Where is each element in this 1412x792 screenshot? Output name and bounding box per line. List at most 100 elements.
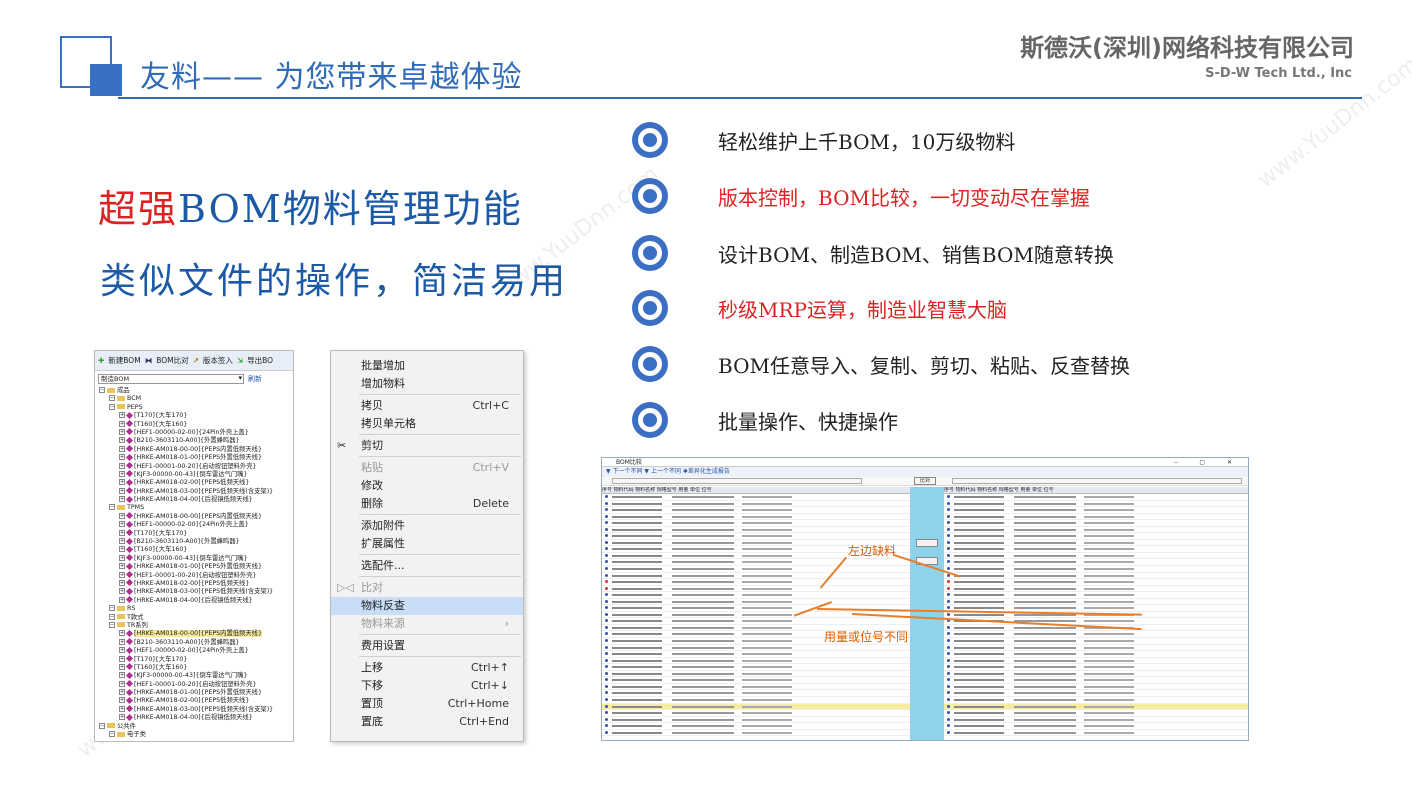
expand-toggle-icon[interactable]: − [99, 722, 105, 729]
expand-toggle-icon[interactable]: − [109, 395, 115, 402]
window-controls[interactable]: – ▢ ✕ [1174, 458, 1242, 467]
left-bom-select[interactable] [612, 478, 862, 484]
menu-item[interactable]: ▷◁ 比对 [331, 579, 523, 597]
version-checkin-button[interactable]: 版本签入 [203, 355, 233, 366]
menu-item[interactable]: 选配件... [331, 557, 523, 575]
expand-toggle-icon[interactable]: + [119, 479, 125, 486]
expand-toggle-icon[interactable]: − [109, 731, 115, 738]
compare-toolbar[interactable]: ▼ 下一个不同 ▼ 上一个不同 ✱差异化生成报告 [602, 467, 1248, 477]
tree-node[interactable]: + [B210-3603110-A00]{外置蜂鸣器} [99, 537, 293, 546]
tree-node[interactable]: + [HEF1-00001-00-20]{启动按钮塑料外壳} [99, 680, 293, 689]
expand-toggle-icon[interactable]: + [119, 412, 125, 419]
expand-toggle-icon[interactable]: + [119, 496, 125, 503]
expand-toggle-icon[interactable]: + [119, 487, 125, 494]
tree-node[interactable]: − RS [99, 605, 293, 613]
menu-item[interactable]: ✂ 剪切 [331, 437, 523, 455]
tree-node[interactable]: + [HEF1-00000-02-00]{24Pin外壳上盖} [99, 646, 293, 655]
expand-toggle-icon[interactable]: + [119, 588, 125, 595]
tree-node[interactable]: − 成品 [99, 387, 293, 395]
expand-toggle-icon[interactable]: − [109, 403, 115, 410]
expand-toggle-icon[interactable]: + [119, 571, 125, 578]
expand-toggle-icon[interactable]: + [119, 529, 125, 536]
expand-toggle-icon[interactable]: + [119, 554, 125, 561]
compare-button[interactable]: 比对 [914, 477, 936, 485]
cell-placeholder [947, 639, 950, 643]
table-row[interactable] [602, 730, 910, 737]
expand-toggle-icon[interactable]: + [119, 454, 125, 461]
menu-item[interactable]: 粘贴 Ctrl+V [331, 459, 523, 477]
expand-toggle-icon[interactable]: + [119, 697, 125, 704]
menu-item[interactable]: 费用设置 [331, 637, 523, 655]
expand-toggle-icon[interactable]: + [119, 596, 125, 603]
expand-toggle-icon[interactable]: + [119, 470, 125, 477]
expand-toggle-icon[interactable]: − [109, 605, 115, 612]
tree-node[interactable]: + [B210-3603110-A00]{外置蜂鸣器} [99, 638, 293, 647]
expand-toggle-icon[interactable]: + [119, 579, 125, 586]
tree-node[interactable]: − PEPS [99, 403, 293, 412]
expand-toggle-icon[interactable]: + [119, 663, 125, 670]
tree-node[interactable]: + [HRKE-AM018-01-00]{PEPS外置低频天线} [99, 562, 293, 571]
tree-node[interactable]: + [HRKE-AM018-03-00]{PEPS低频天线(含支架)} [99, 705, 293, 714]
menu-item[interactable]: 置底 Ctrl+End [331, 713, 523, 731]
menu-item[interactable]: 物料反查 [331, 597, 523, 615]
menu-item[interactable]: 添加附件 [331, 517, 523, 535]
expand-toggle-icon[interactable]: + [119, 512, 125, 519]
menu-item[interactable]: 拷贝单元格 [331, 415, 523, 433]
menu-item[interactable]: 拷贝 Ctrl+C [331, 397, 523, 415]
tree-node[interactable]: − BCM [99, 395, 293, 403]
tree-node[interactable]: + [HRKE-AM018-04-00]{后视镜低频天线} [99, 495, 293, 504]
menu-item[interactable]: 置顶 Ctrl+Home [331, 695, 523, 713]
menu-item[interactable]: 删除 Delete [331, 495, 523, 513]
bom-compare-button[interactable]: BOM比对 [156, 355, 188, 366]
cell-placeholder [947, 508, 950, 512]
tree-node[interactable]: + [HRKE-AM018-04-00]{后视镜低频天线} [99, 596, 293, 605]
new-bom-button[interactable]: 新建BOM [108, 355, 140, 366]
tree-node[interactable]: + [T170]{大车170} [99, 529, 293, 538]
tree-node[interactable]: + [HRKE-AM018-00-00]{PEPS内置低频天线} [99, 445, 293, 454]
expand-toggle-icon[interactable]: + [119, 521, 125, 528]
expand-toggle-icon[interactable]: + [119, 655, 125, 662]
expand-toggle-icon[interactable]: + [119, 428, 125, 435]
bom-type-select[interactable]: 制造BOM [98, 374, 244, 384]
expand-toggle-icon[interactable]: + [119, 546, 125, 553]
tree-node[interactable]: − T款式 [99, 613, 293, 622]
tree-node[interactable]: + [HRKE-AM018-00-00]{PEPS内置低频天线} [99, 512, 293, 521]
expand-toggle-icon[interactable]: + [119, 714, 125, 721]
menu-item[interactable]: 批量增加 [331, 357, 523, 375]
table-row[interactable] [944, 730, 1248, 737]
tree-node[interactable]: + [HRKE-AM018-01-00]{PEPS外置低频天线} [99, 453, 293, 462]
tree-node[interactable]: + [T170]{大车170} [99, 411, 293, 420]
menu-item[interactable]: 物料来源 › [331, 615, 523, 633]
expand-toggle-icon[interactable]: + [119, 437, 125, 444]
move-right-button[interactable] [916, 539, 938, 547]
menu-item[interactable]: 下移 Ctrl+↓ [331, 677, 523, 695]
tree-node[interactable]: − 公共件 [99, 722, 293, 731]
expand-toggle-icon[interactable]: − [109, 613, 115, 620]
expand-toggle-icon[interactable]: + [119, 647, 125, 654]
expand-toggle-icon[interactable]: + [119, 462, 125, 469]
expand-toggle-icon[interactable]: + [119, 638, 125, 645]
menu-item[interactable]: 修改 [331, 477, 523, 495]
expand-toggle-icon[interactable]: + [119, 420, 125, 427]
tree-node[interactable]: + [KJF3-00000-00-43]{倒车雷达气门嘴} [99, 554, 293, 563]
expand-toggle-icon[interactable]: − [99, 387, 105, 393]
tree-node[interactable]: + [HRKE-AM018-04-00]{后视镜低频天线} [99, 713, 293, 722]
expand-toggle-icon[interactable]: + [119, 563, 125, 570]
right-bom-select[interactable] [952, 478, 1242, 484]
export-bom-button[interactable]: 导出BO [247, 355, 273, 366]
menu-item[interactable]: 增加物料 [331, 375, 523, 393]
expand-toggle-icon[interactable]: + [119, 672, 125, 679]
expand-toggle-icon[interactable]: − [109, 504, 115, 511]
expand-toggle-icon[interactable]: + [119, 538, 125, 545]
tree-node[interactable]: + [HRKE-AM018-03-00]{PEPS低频天线(含支架)} [99, 487, 293, 496]
expand-toggle-icon[interactable]: + [119, 680, 125, 687]
expand-toggle-icon[interactable]: + [119, 630, 125, 637]
menu-item[interactable]: 上移 Ctrl+↑ [331, 659, 523, 677]
menu-item[interactable]: 扩展属性 [331, 535, 523, 553]
expand-toggle-icon[interactable]: + [119, 705, 125, 712]
expand-toggle-icon[interactable]: − [109, 621, 115, 628]
refresh-link[interactable]: 刷新 [248, 374, 262, 384]
expand-toggle-icon[interactable]: + [119, 445, 125, 452]
tree-node[interactable]: − 电子类 [99, 731, 293, 739]
expand-toggle-icon[interactable]: + [119, 689, 125, 696]
